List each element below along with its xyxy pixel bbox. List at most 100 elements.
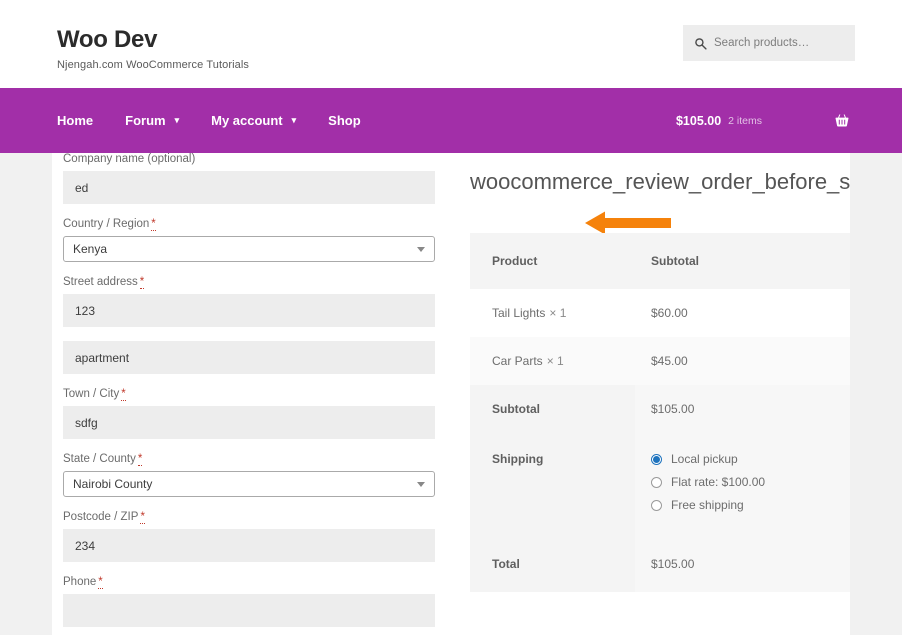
order-subtotal-row: Subtotal $105.00: [470, 385, 850, 433]
field-label-text: State / County: [63, 453, 136, 465]
field-label-text: Street address: [63, 276, 138, 288]
search-input[interactable]: [714, 37, 849, 49]
order-review-table: Product Subtotal Tail Lights × 1 $60.00 C…: [470, 233, 850, 592]
shipping-option-free-shipping[interactable]: Free shipping: [651, 498, 850, 512]
radio-button-icon[interactable]: [651, 476, 662, 488]
nav-item-shop[interactable]: Shop: [328, 113, 361, 128]
field-street-address: Street address *: [63, 276, 447, 327]
nav-item-label: Forum: [125, 113, 166, 128]
field-postcode-zip: Postcode / ZIP *: [63, 511, 447, 562]
country-region-value: Kenya: [73, 242, 108, 256]
cart-item-count: 2 items: [728, 114, 762, 127]
nav-item-my-account[interactable]: My account ▾: [211, 113, 296, 128]
site-branding[interactable]: Woo Dev Njengah.com WooCommerce Tutorial…: [57, 26, 250, 72]
total-value: $105.00: [635, 536, 850, 592]
order-review-heading-text: woocommerce_review_order_before_shipping: [470, 169, 850, 194]
field-label-text: Company name (optional): [63, 153, 196, 165]
chevron-down-icon: ▾: [174, 115, 180, 125]
checkout-content: Company name (optional) Country / Region…: [52, 153, 850, 635]
shipping-methods-cell: Local pickup Flat rate: $100.00 Free shi…: [635, 433, 850, 536]
shipping-option-flat-rate[interactable]: Flat rate: $100.00: [651, 475, 850, 489]
shipping-option-label: Free shipping: [671, 498, 744, 512]
required-marker: *: [137, 453, 143, 466]
phone-input[interactable]: [63, 594, 435, 627]
field-label: Postcode / ZIP *: [63, 511, 447, 524]
chevron-down-icon: [417, 247, 425, 252]
shipping-label: Shipping: [470, 433, 635, 536]
cart-total-amount: $105.00: [675, 113, 722, 128]
town-city-input[interactable]: [63, 406, 435, 439]
item-qty-text: × 1: [546, 354, 564, 368]
chevron-down-icon: [417, 482, 425, 487]
table-row: Car Parts × 1 $45.00: [470, 337, 850, 385]
table-row: Tail Lights × 1 $60.00: [470, 289, 850, 337]
required-marker: *: [151, 218, 156, 231]
field-phone: Phone *: [63, 576, 447, 627]
cart-item-name: Tail Lights × 1: [470, 289, 635, 337]
site-header: Woo Dev Njengah.com WooCommerce Tutorial…: [0, 0, 902, 88]
chevron-down-icon: ▾: [291, 115, 297, 125]
cart-item-name: Car Parts × 1: [470, 337, 635, 385]
shopping-basket-icon[interactable]: [834, 113, 850, 129]
field-label-text: Postcode / ZIP: [63, 511, 139, 523]
shipping-option-local-pickup[interactable]: Local pickup: [651, 452, 850, 466]
cart-summary[interactable]: $105.00 2 items: [676, 88, 850, 153]
field-label: Street address *: [63, 276, 447, 289]
required-marker: *: [98, 576, 103, 589]
radio-button-icon[interactable]: [651, 499, 662, 511]
primary-navigation: Home Forum ▾ My account ▾ Shop $105.00 2…: [0, 88, 902, 153]
nav-item-forum[interactable]: Forum ▾: [125, 113, 179, 128]
column-header-subtotal: Subtotal: [635, 233, 850, 289]
company-name-input[interactable]: [63, 171, 435, 204]
apartment-input[interactable]: [63, 341, 435, 374]
order-shipping-row: Shipping Local pickup Flat rate: $100.00: [470, 433, 850, 536]
item-qty-text: × 1: [549, 306, 567, 320]
required-marker: *: [140, 511, 145, 524]
item-name-text: Tail Lights: [492, 306, 546, 320]
country-region-select[interactable]: Kenya: [63, 236, 435, 262]
item-name-text: Car Parts: [492, 354, 543, 368]
subtotal-value: $105.00: [635, 385, 850, 433]
field-label-text: Town / City: [63, 388, 120, 400]
field-street-address-2: [63, 341, 447, 374]
required-marker: *: [139, 276, 145, 289]
field-label-text: Phone: [63, 576, 97, 588]
field-label: Town / City *: [63, 388, 447, 401]
required-marker: *: [121, 388, 126, 401]
order-total-row: Total $105.00: [470, 536, 850, 592]
cart-item-subtotal: $60.00: [635, 289, 850, 337]
nav-item-label: Shop: [328, 113, 361, 128]
field-town-city: Town / City *: [63, 388, 447, 439]
nav-item-label: Home: [57, 113, 94, 128]
field-country-region: Country / Region * Kenya: [63, 218, 447, 262]
site-tagline: Njengah.com WooCommerce Tutorials: [57, 59, 250, 72]
total-label: Total: [470, 536, 635, 592]
nav-links: Home Forum ▾ My account ▾ Shop: [57, 88, 393, 153]
postcode-zip-input[interactable]: [63, 529, 435, 562]
radio-button-selected-icon[interactable]: [651, 453, 662, 465]
field-company-name: Company name (optional): [63, 153, 447, 204]
order-review-column: woocommerce_review_order_before_shipping…: [470, 153, 850, 592]
field-state-county: State / County * Nairobi County: [63, 453, 447, 497]
search-icon: [695, 37, 707, 50]
shipping-option-label: Local pickup: [671, 452, 738, 466]
site-title: Woo Dev: [57, 26, 158, 53]
state-county-value: Nairobi County: [73, 477, 153, 491]
nav-item-label: My account: [211, 113, 283, 128]
subtotal-label: Subtotal: [470, 385, 635, 433]
field-label: Company name (optional): [63, 153, 447, 165]
column-header-product: Product: [470, 233, 635, 289]
field-label: State / County *: [63, 453, 447, 466]
field-label: Phone *: [63, 576, 447, 589]
checkout-columns: Company name (optional) Country / Region…: [52, 153, 850, 635]
table-header-row: Product Subtotal: [470, 233, 850, 289]
shipping-option-label: Flat rate: $100.00: [671, 475, 766, 489]
product-search-box[interactable]: [683, 25, 855, 61]
shipping-method-list: Local pickup Flat rate: $100.00 Free shi…: [651, 452, 850, 512]
nav-item-home[interactable]: Home: [57, 113, 93, 128]
state-county-select[interactable]: Nairobi County: [63, 471, 435, 497]
field-label: Country / Region *: [63, 218, 447, 231]
order-review-heading: woocommerce_review_order_before_shipping: [470, 167, 850, 235]
street-address-input[interactable]: [63, 294, 435, 327]
billing-details-form: Company name (optional) Country / Region…: [63, 153, 447, 635]
